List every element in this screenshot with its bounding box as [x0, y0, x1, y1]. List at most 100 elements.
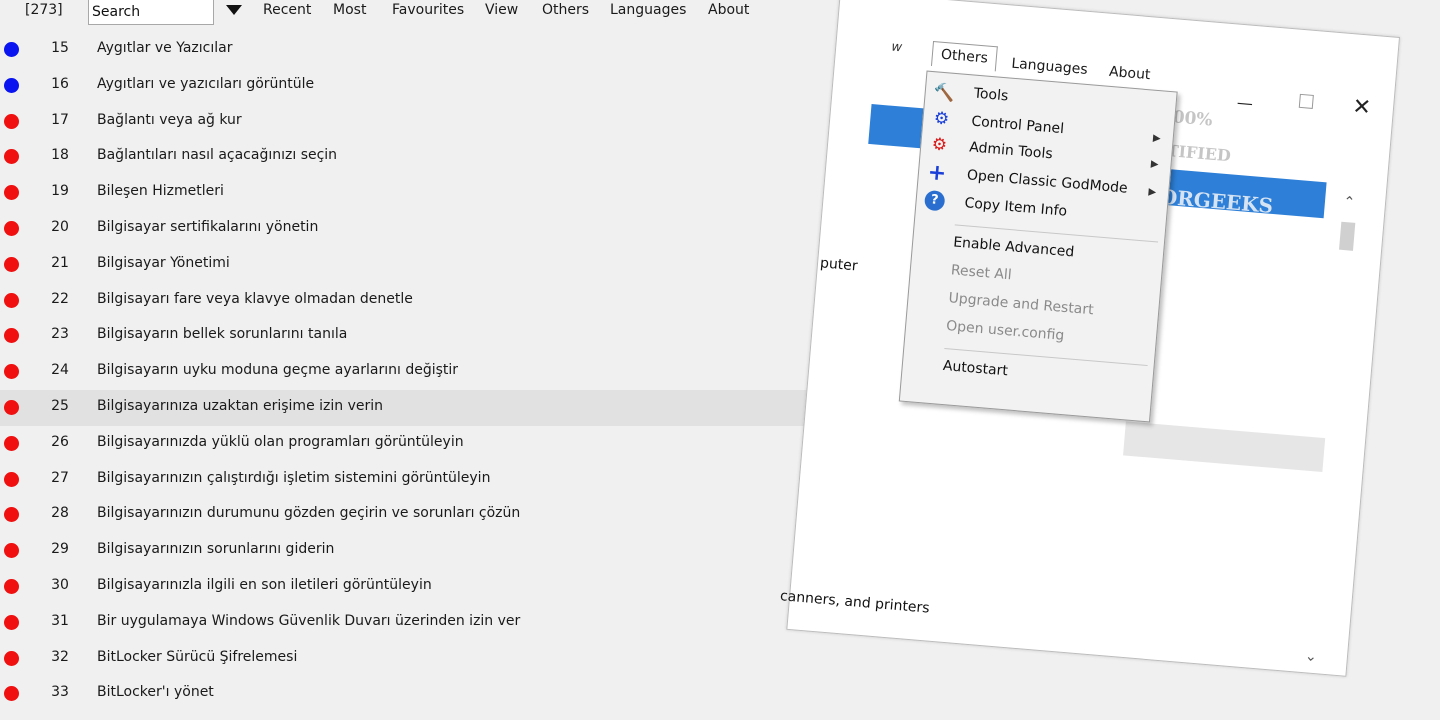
status-dot-icon — [4, 543, 19, 559]
menu-item-open-classic-godmode[interactable]: Open Classic GodMode — [966, 167, 1128, 196]
selected-row-strip — [1123, 421, 1326, 473]
menu-item-control-panel[interactable]: Control Panel — [971, 113, 1065, 137]
status-dot-icon — [4, 42, 19, 57]
item-label: Bilgisayarınızın çalıştırdığı işletim si… — [97, 469, 491, 486]
status-dot-icon — [4, 399, 19, 415]
scrollbar-thumb[interactable] — [1339, 221, 1356, 251]
list-item[interactable]: 19 Bileşen Hizmetleri — [0, 175, 830, 211]
others-popup-menu: 🔨 Tools ⚙ Control Panel ▶ ⚙ Admin Tools … — [898, 70, 1178, 423]
list-item[interactable]: 32 BitLocker Sürücü Şifrelemesi — [0, 641, 830, 677]
item-label: BitLocker Sürücü Şifrelemesi — [97, 648, 298, 665]
menu-recent[interactable]: Recent — [263, 2, 311, 18]
list-item[interactable]: 25 Bilgisayarınıza uzaktan erişime izin v… — [0, 389, 830, 426]
item-list: 15 Aygıtlar ve Yazıcılar 16 Aygıtları ve ya… — [0, 32, 830, 712]
list-item[interactable]: 31 Bir uygulamaya Windows Güvenlik Duvarı… — [0, 605, 830, 641]
blue-gear-icon: ⚙ — [933, 108, 951, 130]
menu-most[interactable]: Most — [333, 2, 366, 18]
submenu-arrow-icon: ▶ — [1152, 132, 1162, 145]
list-item[interactable]: 15 Aygıtlar ve Yazıcılar — [0, 32, 830, 68]
item-number: 25 — [51, 397, 69, 414]
item-number: 29 — [51, 541, 69, 558]
item-number: 32 — [51, 648, 69, 665]
item-label: Bilgisayarınızla ilgili en son iletileri… — [97, 576, 432, 593]
list-item[interactable]: 21 Bilgisayar Yönetimi — [0, 247, 830, 283]
menu-item-autostart[interactable]: Autostart — [942, 358, 1008, 379]
minimize-icon[interactable]: — — [1236, 93, 1254, 113]
item-label: Bağlantıları nasıl açacağınızı seçin — [97, 147, 338, 164]
menu-favourites[interactable]: Favourites — [392, 2, 464, 18]
submenu-arrow-icon: ▶ — [1148, 186, 1157, 199]
menu-languages[interactable]: Languages — [610, 2, 686, 18]
list-item[interactable]: 27 Bilgisayarınızın çalıştırdığı işletim … — [0, 462, 830, 498]
menu-about[interactable]: About — [708, 2, 749, 18]
status-dot-icon — [4, 507, 19, 523]
item-label: Bilgisayar sertifikalarını yönetin — [97, 218, 319, 235]
tab-languages[interactable]: Languages — [1011, 56, 1088, 78]
tab-others[interactable]: Others — [930, 40, 998, 72]
item-label: Bilgisayarı fare veya klavye olmadan den… — [97, 290, 413, 307]
tab-about[interactable]: About — [1108, 64, 1151, 83]
list-item[interactable]: 29 Bilgisayarınızın sorunlarını giderin — [0, 533, 830, 569]
status-dot-icon — [4, 435, 19, 451]
list-item[interactable]: 17 Bağlantı veya ağ kur — [0, 104, 830, 140]
list-item[interactable]: 30 Bilgisayarınızla ilgili en son iletile… — [0, 569, 830, 605]
list-item[interactable]: 23 Bilgisayarın bellek sorunlarını tanıla — [0, 318, 830, 354]
list-item[interactable]: 28 Bilgisayarınızın durumunu gözden geçir… — [0, 497, 830, 533]
item-number: 17 — [51, 111, 69, 128]
window-text-fragment: puter — [819, 255, 859, 275]
item-number: 31 — [51, 612, 69, 629]
window-text-fragment: w — [890, 39, 903, 56]
item-number: 22 — [51, 290, 69, 307]
embedded-window-screenshot: w puter canners, and printers ⌃ ⌄ — ✕ TE… — [779, 0, 1401, 677]
list-item[interactable]: 26 Bilgisayarınızda yüklü olan programlar… — [0, 426, 830, 462]
list-item[interactable]: 16 Aygıtları ve yazıcıları görüntüle — [0, 68, 830, 104]
menu-item-enable-advanced[interactable]: Enable Advanced — [953, 234, 1075, 260]
item-label: Bilgisayarınıza uzaktan erişime izin ver… — [97, 397, 383, 414]
status-dot-icon — [4, 471, 19, 487]
list-item[interactable]: 22 Bilgisayarı fare veya klavye olmadan d… — [0, 283, 830, 319]
item-label: Aygıtlar ve Yazıcılar — [97, 40, 233, 56]
list-item[interactable]: 24 Bilgisayarın uyku moduna geçme ayarlar… — [0, 354, 830, 390]
window-tab-bar: Others Languages About — [930, 40, 1151, 83]
status-dot-icon — [4, 578, 19, 594]
scroll-up-icon[interactable]: ⌃ — [1343, 194, 1356, 211]
item-label: Bağlantı veya ağ kur — [97, 111, 242, 128]
item-label: Bileşen Hizmetleri — [97, 183, 224, 200]
maximize-icon[interactable] — [1298, 93, 1314, 109]
list-item[interactable]: 18 Bağlantıları nasıl açacağınızı seçin — [0, 139, 830, 175]
plus-icon: + — [926, 160, 948, 187]
item-label: Bilgisayarınızın durumunu gözden geçirin… — [97, 505, 521, 522]
menu-item-admin-tools[interactable]: Admin Tools — [969, 139, 1054, 162]
status-dot-icon — [4, 185, 19, 201]
scroll-down-icon[interactable]: ⌄ — [1304, 648, 1317, 665]
window-text-fragment: canners, and printers — [779, 588, 931, 617]
item-number: 30 — [51, 576, 69, 593]
status-dot-icon — [4, 77, 19, 93]
item-number: 26 — [51, 433, 69, 450]
status-dot-icon — [4, 686, 19, 702]
search-dropdown-icon[interactable] — [226, 5, 242, 15]
menu-item-open-user-config: Open user.config — [945, 318, 1065, 344]
status-dot-icon — [4, 256, 19, 272]
list-item[interactable]: 20 Bilgisayar sertifikalarını yönetin — [0, 211, 830, 247]
status-dot-icon — [4, 650, 19, 666]
status-dot-icon — [4, 149, 19, 165]
item-number: 23 — [51, 326, 69, 343]
item-number: 19 — [51, 183, 69, 200]
item-label: Bir uygulamaya Windows Güvenlik Duvarı ü… — [97, 612, 521, 629]
menu-item-copy-item-info[interactable]: Copy Item Info — [964, 195, 1068, 220]
item-number: 20 — [51, 218, 69, 235]
submenu-arrow-icon: ▶ — [1150, 158, 1159, 171]
menu-view[interactable]: View — [485, 2, 518, 18]
list-item[interactable]: 33 BitLocker'ı yönet — [0, 676, 830, 712]
search-input[interactable] — [88, 0, 214, 25]
menu-item-tools[interactable]: Tools — [973, 86, 1009, 105]
item-label: Bilgisayarın bellek sorunlarını tanıla — [97, 326, 348, 343]
status-dot-icon — [4, 292, 19, 308]
item-label: Aygıtları ve yazıcıları görüntüle — [97, 75, 315, 92]
item-number: 16 — [51, 75, 69, 92]
close-icon[interactable]: ✕ — [1352, 94, 1372, 120]
status-dot-icon — [4, 220, 19, 236]
menu-others[interactable]: Others — [542, 2, 589, 18]
status-dot-icon — [4, 614, 19, 630]
